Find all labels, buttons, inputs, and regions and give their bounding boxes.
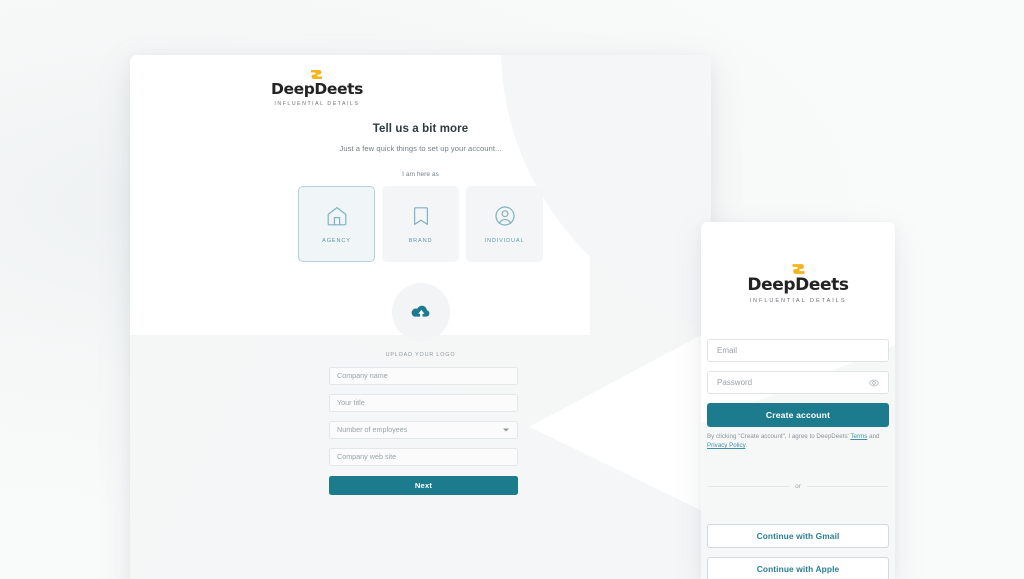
divider-text: or (795, 483, 801, 490)
legal-suffix: . (745, 441, 748, 449)
role-selector: AGENCY BRAND INDIVIDUAL (130, 186, 711, 262)
legal-conjunction-wrap: and (867, 433, 879, 440)
deepdeets-logo-mark (789, 264, 807, 274)
upload-logo-label: UPLOAD YOUR LOGO (385, 352, 456, 358)
terms-link[interactable]: Terms (850, 433, 867, 440)
company-name-placeholder: Company name (337, 371, 388, 381)
continue-with-apple-button[interactable]: Continue with Apple (707, 557, 889, 579)
role-card-individual[interactable]: INDIVIDUAL (466, 186, 543, 262)
page-title: Tell us a bit more (372, 123, 469, 135)
password-placeholder: Password (717, 377, 753, 387)
house-icon (327, 207, 346, 226)
mobile-signup-panel: DeepDeets INFLUENTIAL DETAILS Email Pass… (701, 222, 895, 579)
company-web-site-placeholder: Company web site (337, 452, 397, 462)
brand-wordmark: DeepDeets (271, 80, 363, 98)
divider-line-right (806, 486, 889, 487)
brand-logo-mobile: DeepDeets INFLUENTIAL DETAILS (701, 262, 895, 305)
legal-disclaimer: By clicking "Create account", I agree to… (707, 433, 889, 451)
legal-conjunction: and (869, 433, 880, 440)
brand-wordmark: DeepDeets (747, 275, 849, 295)
number-of-employees-placeholder: Number of employees (337, 425, 408, 435)
divider-line-left (708, 486, 790, 487)
legal-prefix: By clicking "Create account", I agree to… (707, 433, 849, 440)
or-divider: or (708, 483, 889, 490)
role-label-agency: AGENCY (322, 238, 351, 244)
signup-form: Email Password Create account By clickin… (707, 339, 889, 451)
page-subtitle: Just a few quick things to set up your a… (339, 144, 502, 153)
role-prompt-label: I am here as (402, 171, 439, 178)
role-label-individual: INDIVIDUAL (484, 238, 525, 244)
your-title-placeholder: Your title (337, 398, 365, 408)
email-placeholder: Email (717, 345, 738, 355)
role-card-agency[interactable]: AGENCY (298, 186, 375, 262)
brand-tagline: INFLUENTIAL DETAILS (749, 298, 847, 304)
brand-tagline: INFLUENTIAL DETAILS (274, 100, 360, 107)
social-login-group: Continue with Gmail Continue with Apple (707, 524, 889, 579)
next-button[interactable]: Next (329, 476, 518, 495)
desktop-onboarding-card: DeepDeets INFLUENTIAL DETAILS Tell us a … (130, 55, 711, 579)
company-web-site-field[interactable]: Company web site (329, 448, 518, 466)
eye-icon[interactable] (869, 379, 879, 386)
role-label-brand: BRAND (408, 238, 433, 244)
company-name-field[interactable]: Company name (329, 367, 518, 385)
upload-logo-dropzone[interactable] (391, 283, 450, 341)
bookmark-icon (413, 207, 428, 225)
privacy-policy-link[interactable]: Privacy Policy (707, 442, 745, 449)
person-icon (494, 206, 515, 226)
chevron-down-icon (503, 428, 509, 432)
cloud-upload-icon (411, 305, 429, 318)
role-card-brand[interactable]: BRAND (382, 186, 459, 262)
email-field[interactable]: Email (707, 339, 889, 362)
brand-logo-desktop: DeepDeets INFLUENTIAL DETAILS (271, 68, 363, 107)
continue-with-gmail-button[interactable]: Continue with Gmail (707, 524, 889, 548)
password-field[interactable]: Password (707, 371, 889, 394)
number-of-employees-select[interactable]: Number of employees (329, 421, 518, 439)
your-title-field[interactable]: Your title (329, 394, 518, 412)
create-account-button[interactable]: Create account (707, 403, 889, 427)
onboarding-form: Company name Your title Number of employ… (329, 367, 518, 495)
